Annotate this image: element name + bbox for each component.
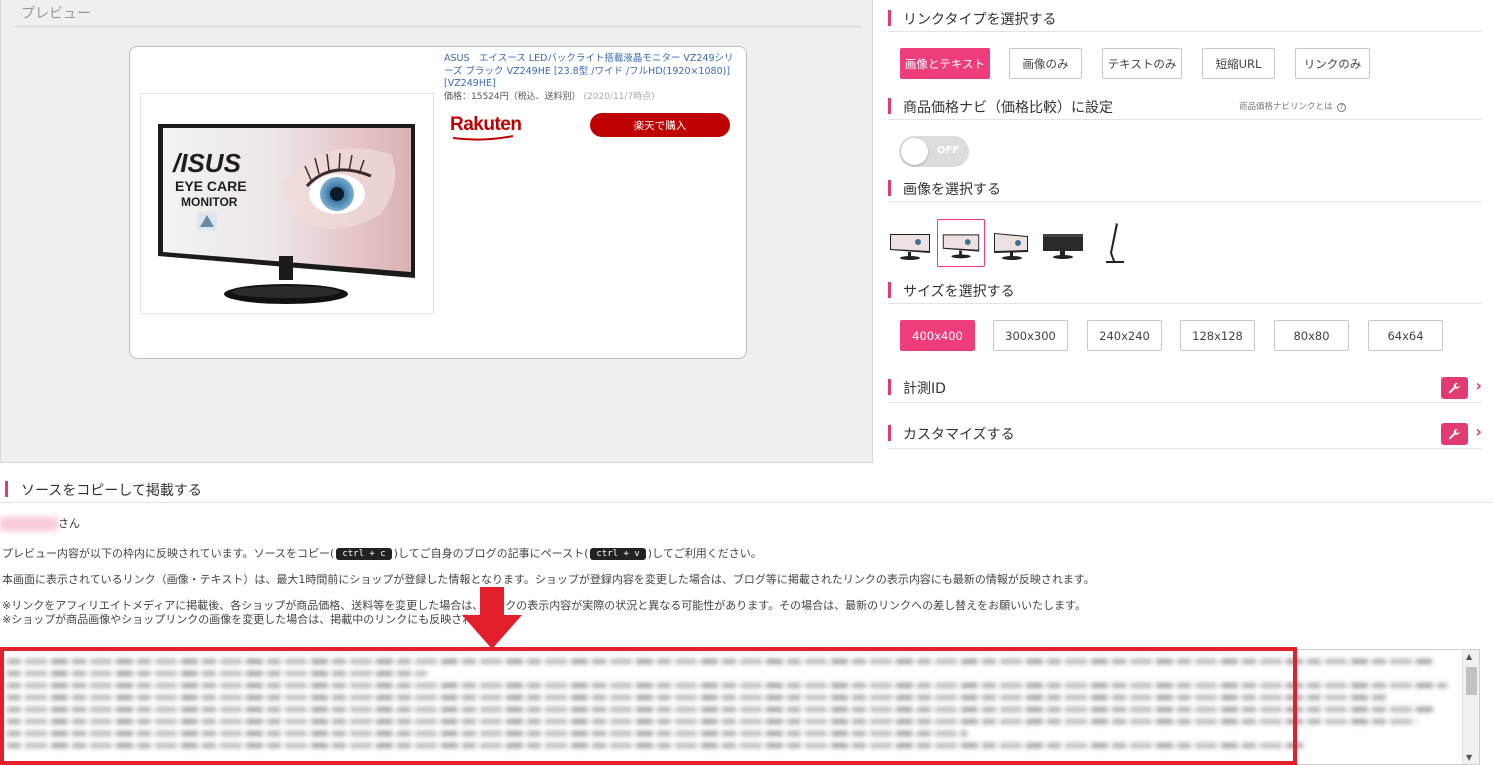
- size-240-button[interactable]: 240x240: [1087, 320, 1162, 351]
- heading-marker: [888, 180, 891, 196]
- tracking-id-label: 計測ID: [903, 381, 946, 397]
- product-image[interactable]: /ISUS EYE CARE MONITOR: [140, 93, 434, 314]
- tracking-wrench-button[interactable]: [1441, 377, 1468, 399]
- wrench-icon: [1448, 382, 1460, 393]
- down-arrow-annotation-icon: [462, 587, 522, 649]
- ctrl-v-shortcut: ctrl + v: [590, 548, 646, 560]
- scroll-down-icon[interactable]: ▼: [1466, 753, 1472, 762]
- product-price: 価格：15524円（税込、送料別） (2020/11/7時点): [444, 91, 740, 104]
- settings-panel: リンクタイプを選択する 画像とテキスト 画像のみ テキストのみ 短縮URL リン…: [884, 0, 1482, 463]
- image-thumbnail-2[interactable]: [937, 219, 985, 267]
- link-type-label: リンクタイプを選択する: [903, 12, 1057, 28]
- help-icon: ?: [1337, 103, 1347, 112]
- heading-marker: [888, 282, 891, 298]
- heading-marker: [888, 98, 891, 114]
- toggle-state: OFF: [937, 145, 960, 156]
- rakuten-swoosh-icon: [453, 135, 513, 141]
- size-400-button[interactable]: 400x400: [900, 320, 975, 351]
- monitor-back-icon: [1043, 234, 1083, 259]
- heading-marker: [888, 425, 891, 441]
- monitor-image-icon: /ISUS EYE CARE MONITOR: [158, 124, 415, 304]
- blurred-username: [0, 517, 58, 531]
- wrench-icon: [1448, 428, 1460, 439]
- product-name-link[interactable]: ASUS エイスース LEDバックライト搭載液晶モニター VZ249シリーズ ブ…: [444, 53, 740, 91]
- price-navi-label: 商品価格ナビ（価格比較）に設定: [903, 100, 1113, 116]
- divider: [15, 26, 861, 27]
- image-change-notice: ※ショップが商品画像やショップリンクの画像を変更した場合は、掲載中のリンクにも反…: [2, 613, 506, 626]
- scroll-up-icon[interactable]: ▲: [1466, 652, 1472, 661]
- preview-panel: プレビュー /ISUS EYE CARE MONITOR ASUS エイスース …: [0, 0, 873, 463]
- price-date: (2020/11/7時点): [583, 91, 655, 102]
- ctrl-c-shortcut: ctrl + c: [336, 548, 392, 560]
- instruction-copy-paste: プレビュー内容が以下の枠内に反映されています。ソースをコピー(ctrl + c)…: [2, 545, 762, 561]
- product-link-card[interactable]: /ISUS EYE CARE MONITOR ASUS エイスース LEDバック…: [129, 46, 747, 359]
- greeting-suffix: さん: [58, 517, 80, 530]
- link-type-image-only-button[interactable]: 画像のみ: [1009, 48, 1082, 79]
- monitor-front-icon: [890, 234, 930, 260]
- heading-marker: [5, 481, 8, 497]
- svg-text:/ISUS: /ISUS: [172, 148, 242, 178]
- preview-title: プレビュー: [21, 6, 91, 22]
- size-128-button[interactable]: 128x128: [1180, 320, 1255, 351]
- price-navi-help-text: 商品価格ナビリンクとは: [1239, 102, 1333, 112]
- heading-marker: [888, 10, 891, 26]
- toggle-knob: [901, 138, 928, 165]
- image-thumbnail-3[interactable]: [988, 219, 1036, 267]
- highlight-annotation-box: [0, 647, 1297, 765]
- info-update-notice: 本画面に表示されているリンク（画像・テキスト）は、最大1時間前にショップが登録し…: [2, 573, 1095, 586]
- svg-text:EYE CARE: EYE CARE: [175, 178, 247, 194]
- source-heading-label: ソースをコピーして掲載する: [21, 483, 202, 499]
- size-300-button[interactable]: 300x300: [993, 320, 1068, 351]
- link-type-link-only-button[interactable]: リンクのみ: [1295, 48, 1370, 79]
- rakuten-logo[interactable]: Rakuten: [450, 114, 522, 136]
- heading-marker: [888, 379, 891, 395]
- source-heading: ソースをコピーして掲載する: [0, 476, 1493, 503]
- instruction-part-3: )してご利用ください。: [647, 547, 762, 560]
- size-80-button[interactable]: 80x80: [1274, 320, 1349, 351]
- chevron-right-icon[interactable]: ›: [1475, 376, 1482, 395]
- user-greeting: さん: [0, 515, 80, 531]
- price-navi-toggle[interactable]: OFF: [899, 136, 969, 167]
- instruction-part-1: プレビュー内容が以下の枠内に反映されています。ソースをコピー(: [2, 547, 335, 560]
- customize-label: カスタマイズする: [903, 427, 1015, 443]
- price-text: 価格：15524円（税込、送料別）: [444, 91, 581, 102]
- image-select-label: 画像を選択する: [903, 182, 1001, 198]
- instruction-part-2: )してご自身のブログの記事にペースト(: [393, 547, 589, 560]
- price-navi-heading: 商品価格ナビ（価格比較）に設定 商品価格ナビリンクとは ?: [888, 94, 1482, 120]
- chevron-right-icon[interactable]: ›: [1475, 422, 1482, 441]
- buy-on-rakuten-button[interactable]: 楽天で購入: [590, 113, 730, 137]
- product-info: ASUS エイスース LEDバックライト搭載液晶モニター VZ249シリーズ ブ…: [444, 53, 740, 104]
- image-thumbnail-4[interactable]: [1039, 219, 1087, 267]
- customize-wrench-button[interactable]: [1441, 423, 1468, 445]
- customize-row[interactable]: カスタマイズする ›: [888, 420, 1482, 449]
- image-thumbnail-5[interactable]: [1090, 219, 1138, 267]
- size-select-label: サイズを選択する: [903, 284, 1015, 300]
- image-thumbnail-1[interactable]: [886, 219, 934, 267]
- link-type-image-text-button[interactable]: 画像とテキスト: [900, 48, 990, 79]
- link-type-short-url-button[interactable]: 短縮URL: [1202, 48, 1275, 79]
- textarea-scrollbar[interactable]: ▲ ▼: [1462, 650, 1479, 764]
- link-type-text-only-button[interactable]: テキストのみ: [1102, 48, 1182, 79]
- svg-text:MONITOR: MONITOR: [181, 195, 238, 209]
- tracking-id-row[interactable]: 計測ID ›: [888, 374, 1482, 403]
- monitor-front-icon: [942, 234, 980, 259]
- scroll-thumb[interactable]: [1466, 667, 1477, 695]
- image-select-heading: 画像を選択する: [888, 176, 1482, 202]
- size-64-button[interactable]: 64x64: [1368, 320, 1443, 351]
- monitor-side-icon: [1106, 223, 1124, 263]
- size-select-heading: サイズを選択する: [888, 278, 1482, 304]
- price-navi-help-link[interactable]: 商品価格ナビリンクとは ?: [1239, 100, 1347, 112]
- monitor-angle-icon: [994, 233, 1028, 260]
- link-type-heading: リンクタイプを選択する: [888, 6, 1482, 32]
